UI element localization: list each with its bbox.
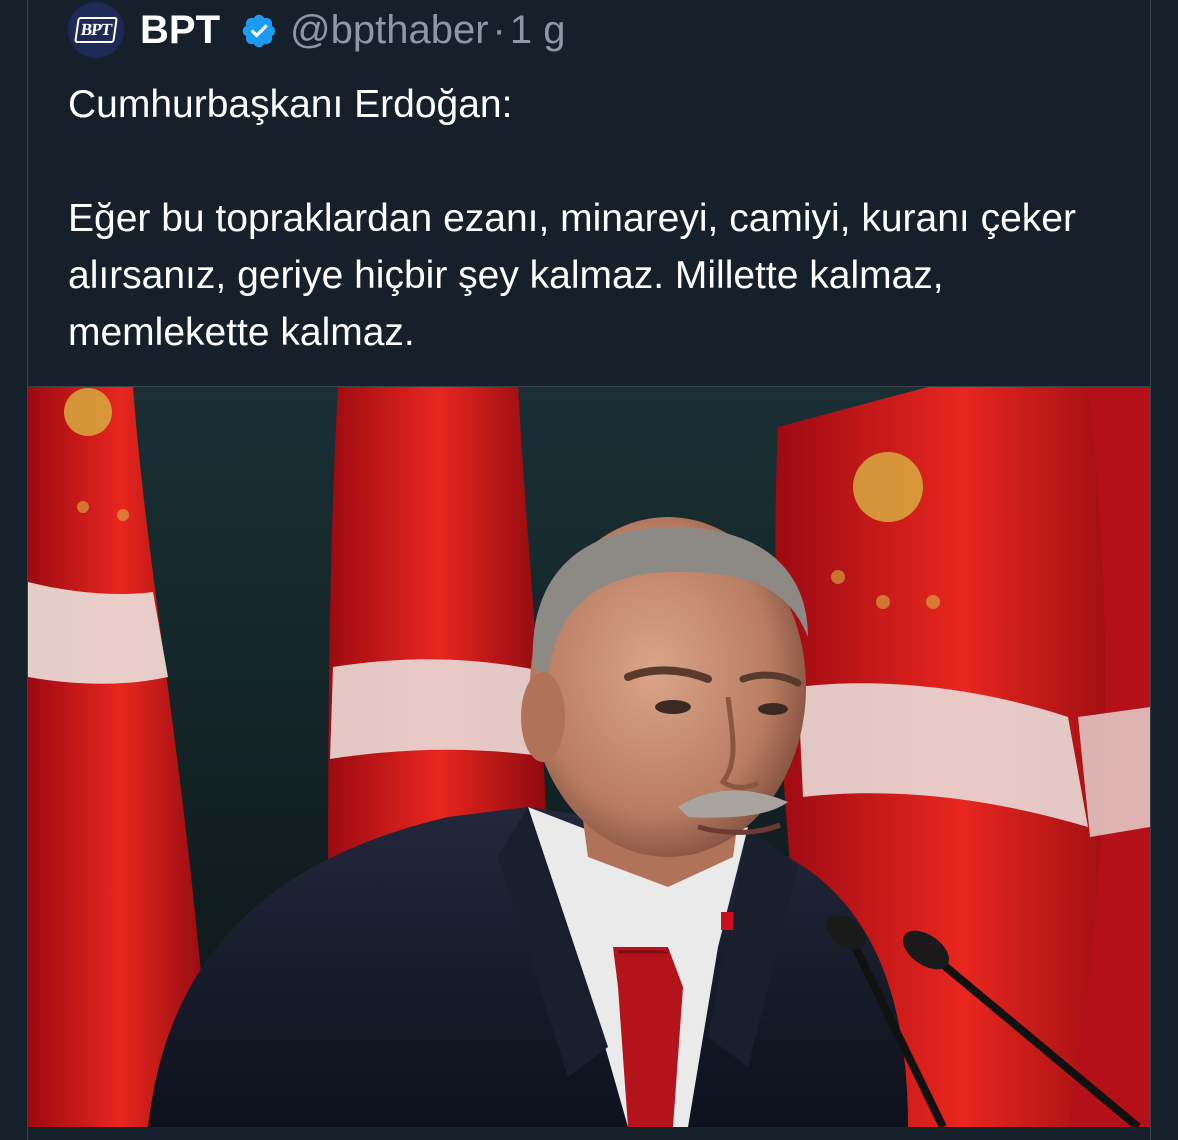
tweet-timestamp[interactable]: 1 g xyxy=(510,8,566,52)
photo-image xyxy=(28,387,1150,1127)
author-meta: @bpthaber · 1 g xyxy=(290,6,565,54)
author-display-name[interactable]: BPT xyxy=(140,6,220,54)
verified-badge-icon xyxy=(242,14,276,48)
tweet-text-line: Cumhurbaşkanı Erdoğan: xyxy=(68,83,513,126)
tweet-card[interactable]: BPT BPT @bpthaber · 1 g Cumhurbaşkanı Erdo… xyxy=(27,0,1151,1140)
tweet-photo[interactable] xyxy=(28,386,1150,1127)
avatar-logo-text: BPT xyxy=(74,17,118,43)
meta-separator: · xyxy=(492,8,506,52)
author-handle[interactable]: @bpthaber xyxy=(290,8,489,52)
tweet-text: Cumhurbaşkanı Erdoğan: Eğer bu topraklar… xyxy=(68,76,1128,361)
tweet-text-quote: Eğer bu topraklardan ezanı, minareyi, ca… xyxy=(68,197,1076,354)
author-avatar[interactable]: BPT xyxy=(68,2,124,58)
